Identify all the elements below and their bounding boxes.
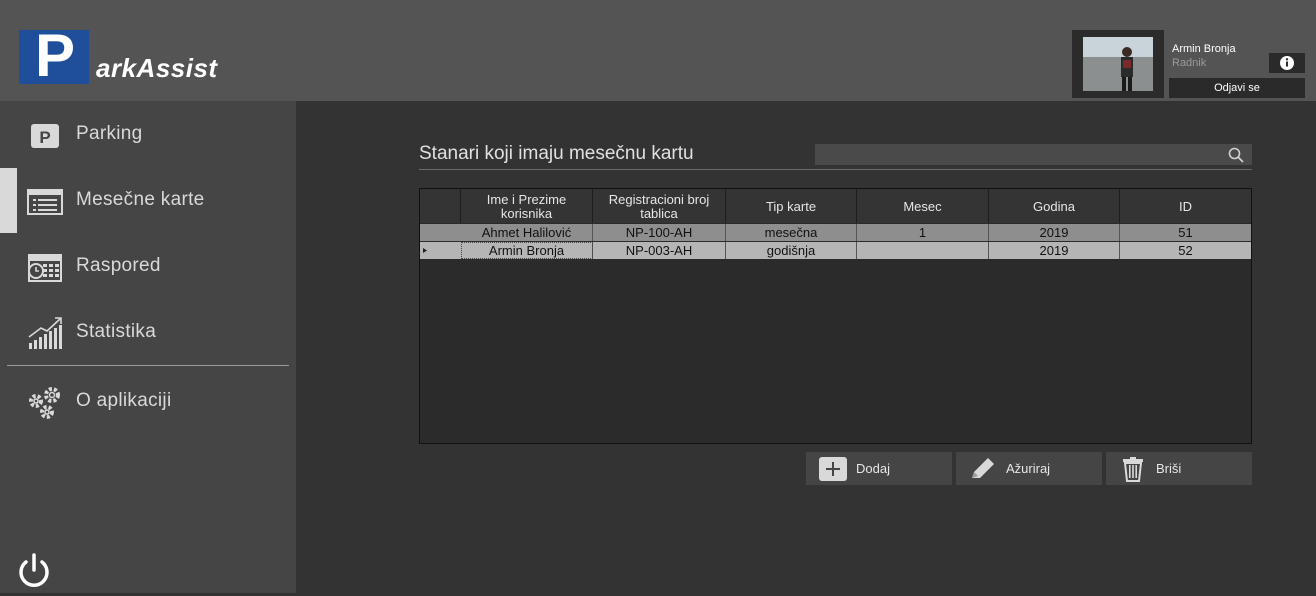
sidebar-item-statistika[interactable]: Statistika	[0, 307, 296, 359]
delete-button[interactable]: Briši	[1106, 452, 1252, 485]
table-cell[interactable]: 52	[1120, 242, 1251, 259]
table-cell[interactable]: 51	[1120, 224, 1251, 241]
table-cell[interactable]: mesečna	[726, 224, 857, 241]
sidebar-item-raspored[interactable]: Raspored	[0, 241, 296, 293]
chart-icon	[28, 317, 62, 349]
calendar-icon	[28, 254, 62, 282]
table-cell[interactable]	[857, 242, 989, 259]
sidebar-item-label: Mesečne karte	[76, 189, 205, 210]
svg-text:P: P	[39, 128, 50, 147]
current-row-arrow-icon	[423, 248, 427, 253]
header-bar: P arkAssist Armin Bronja Radnik Odjavi s…	[0, 0, 1316, 101]
data-grid[interactable]: Ime i Prezime korisnika Registracioni br…	[419, 188, 1252, 444]
column-header[interactable]: ID	[1120, 189, 1251, 223]
logout-button[interactable]: Odjavi se	[1169, 78, 1305, 98]
sidebar-item-label: Parking	[76, 123, 143, 144]
power-icon	[19, 553, 49, 587]
update-button[interactable]: Ažuriraj	[956, 452, 1102, 485]
table-row-selected[interactable]: Armin Bronja NP-003-AH godišnja 2019 52	[420, 242, 1251, 259]
table-cell[interactable]: NP-100-AH	[593, 224, 726, 241]
sidebar-item-mesecne-karte[interactable]: Mesečne karte	[0, 175, 296, 227]
info-button[interactable]	[1269, 53, 1305, 73]
pencil-icon	[972, 458, 994, 478]
row-header[interactable]	[420, 224, 460, 241]
column-header[interactable]: Godina	[989, 189, 1120, 223]
sidebar-divider	[7, 365, 289, 366]
user-role: Radnik	[1172, 57, 1207, 69]
logo-letter: P	[34, 22, 76, 89]
power-button[interactable]	[14, 551, 54, 591]
sidebar-item-parking[interactable]: P Parking	[0, 109, 296, 161]
table-cell[interactable]: NP-003-AH	[593, 242, 726, 259]
list-icon	[27, 189, 63, 215]
column-header[interactable]: Mesec	[857, 189, 989, 223]
sidebar-item-label: O aplikaciji	[76, 390, 172, 411]
title-underline	[419, 169, 1252, 170]
column-header[interactable]: Tip karte	[726, 189, 857, 223]
page-title: Stanari koji imaju mesečnu kartu	[419, 143, 694, 164]
column-header[interactable]: Registracioni broj tablica	[593, 189, 726, 223]
table-cell[interactable]: Ahmet Halilović	[461, 224, 593, 241]
table-header: Ime i Prezime korisnika Registracioni br…	[420, 189, 1251, 223]
column-header[interactable]: Ime i Prezime korisnika	[461, 189, 593, 223]
trash-icon	[1123, 457, 1143, 482]
sidebar-item-o-aplikaciji[interactable]: O aplikaciji	[0, 376, 296, 428]
add-button[interactable]: Dodaj	[806, 452, 952, 485]
gears-icon	[29, 387, 60, 419]
sidebar-item-label: Statistika	[76, 321, 157, 342]
table-row[interactable]: Ahmet Halilović NP-100-AH mesečna 1 2019…	[420, 224, 1251, 241]
info-icon	[1280, 56, 1294, 70]
update-button-label: Ažuriraj	[1006, 461, 1051, 476]
plus-icon	[819, 457, 847, 481]
sidebar: P Parking Mesečne karte Raspored Statist…	[0, 101, 296, 593]
table-cell[interactable]: 2019	[989, 224, 1120, 241]
sidebar-item-label: Raspored	[76, 255, 161, 276]
table-cell[interactable]: 1	[857, 224, 989, 241]
table-cell[interactable]: 2019	[989, 242, 1120, 259]
delete-button-label: Briši	[1156, 461, 1182, 476]
parking-icon: P	[31, 124, 59, 148]
search-icon[interactable]	[1226, 145, 1246, 165]
table-cell[interactable]: Armin Bronja	[461, 242, 593, 259]
table-cell[interactable]: godišnja	[726, 242, 857, 259]
avatar	[1083, 37, 1153, 91]
search-input[interactable]	[815, 144, 1252, 165]
row-header-corner	[420, 189, 461, 223]
row-header[interactable]	[420, 242, 460, 259]
user-name: Armin Bronja	[1172, 43, 1236, 55]
profile-picture-frame	[1072, 30, 1164, 98]
logo-text: arkAssist	[96, 53, 218, 83]
add-button-label: Dodaj	[856, 461, 890, 476]
